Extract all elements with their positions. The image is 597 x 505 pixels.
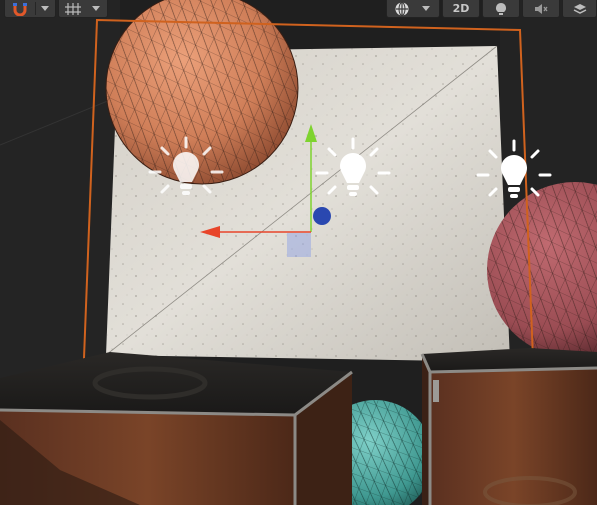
audio-mute-icon[interactable] — [523, 0, 559, 17]
sphere-orange[interactable] — [105, 0, 299, 185]
lighting-group — [482, 0, 520, 18]
gizmo-xy-plane[interactable] — [287, 233, 311, 257]
snap-dropdown-caret[interactable] — [36, 0, 54, 17]
gizmo-center-handle[interactable] — [313, 207, 331, 225]
toggle-2d-button[interactable]: 2D — [443, 0, 479, 17]
crate-right[interactable] — [420, 348, 597, 505]
toggle-2d-group: 2D — [442, 0, 480, 18]
draw-mode-sphere-icon[interactable] — [387, 0, 417, 17]
crate-left[interactable] — [0, 352, 353, 505]
effects-layers-icon[interactable] — [563, 0, 596, 17]
snap-toggle-group — [4, 0, 56, 18]
magnet-snap-icon[interactable] — [5, 0, 35, 17]
grid-dropdown-caret[interactable] — [87, 0, 105, 17]
lighting-toggle-icon[interactable] — [483, 0, 519, 17]
effects-group — [562, 0, 597, 18]
audio-group — [522, 0, 560, 18]
scene-viewport[interactable] — [0, 0, 597, 505]
draw-mode-group — [386, 0, 440, 18]
draw-mode-dropdown-caret[interactable] — [417, 0, 435, 17]
grid-snap-icon[interactable] — [59, 0, 87, 17]
grid-toggle-group — [58, 0, 108, 18]
